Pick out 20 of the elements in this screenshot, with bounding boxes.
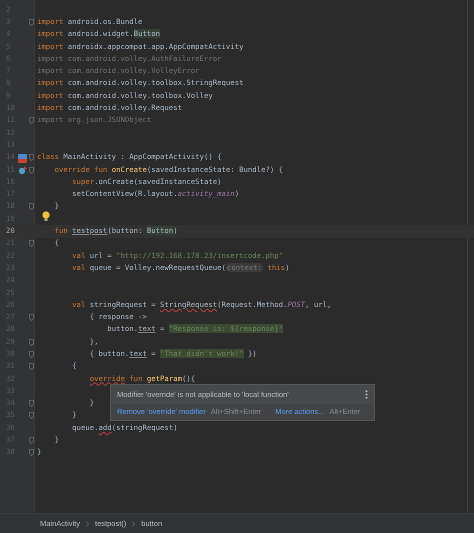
chevron-icon (132, 520, 136, 526)
fold-marker-icon[interactable] (29, 18, 34, 26)
more-options-icon[interactable] (365, 390, 368, 399)
fold-marker-icon[interactable] (29, 166, 34, 174)
fold-marker-icon[interactable] (29, 240, 34, 248)
fold-marker-icon[interactable] (29, 350, 34, 358)
fold-marker-icon[interactable] (29, 154, 34, 162)
fold-marker-icon[interactable] (29, 449, 34, 456)
fold-marker-icon[interactable] (29, 412, 34, 420)
fold-marker-icon[interactable] (29, 363, 34, 370)
lightbulb-icon[interactable] (42, 211, 50, 222)
fold-marker-icon[interactable] (29, 437, 34, 444)
fold-marker-icon[interactable] (29, 400, 34, 408)
fold-marker-icon[interactable] (29, 338, 34, 346)
override-icon[interactable] (18, 166, 27, 175)
fold-marker-icon[interactable] (29, 117, 34, 124)
fold-marker-icon[interactable] (29, 203, 34, 210)
class-icon[interactable] (18, 154, 27, 163)
chevron-icon (86, 520, 90, 526)
fold-marker-icon[interactable] (29, 314, 34, 322)
